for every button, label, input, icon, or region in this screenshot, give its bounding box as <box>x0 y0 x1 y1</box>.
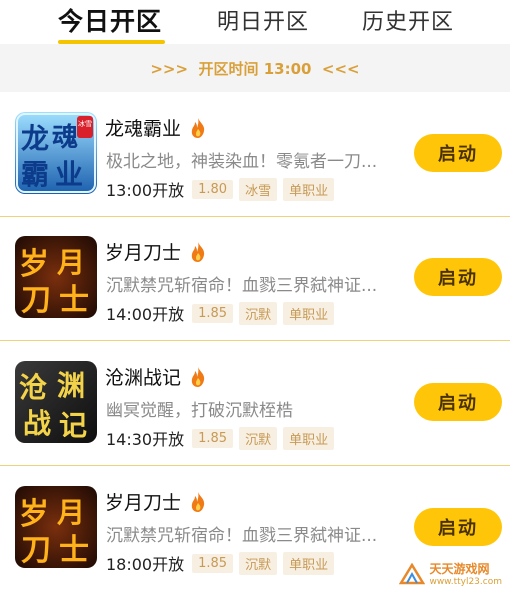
fire-icon <box>189 366 207 388</box>
game-description: 沉默禁咒斩宿命！血戮三界弑神证... <box>106 526 378 546</box>
game-description: 极北之地，神装染血！零氪者一刀... <box>106 152 378 172</box>
svg-text:刀: 刀 <box>21 533 51 568</box>
version-tag: 1.80 <box>192 179 234 199</box>
game-description: 沉默禁咒斩宿命！血戮三界弑神证... <box>106 276 378 296</box>
svg-text:战: 战 <box>23 407 51 440</box>
type-tag: 沉默 <box>239 426 278 450</box>
game-meta: 18:00开放 1.85 沉默 单职业 <box>106 551 340 575</box>
svg-text:刀: 刀 <box>21 283 51 318</box>
svg-text:月: 月 <box>56 496 85 529</box>
watermark-text: 天天游戏网 www.ttyl23.com <box>429 562 502 588</box>
version-tag: 1.85 <box>192 303 234 323</box>
game-title: 岁月刀士 <box>105 488 207 515</box>
game-title: 沧渊战记 <box>105 363 207 390</box>
game-meta: 14:00开放 1.85 沉默 单职业 <box>106 301 340 325</box>
tab-today[interactable]: 今日开区 <box>58 2 162 38</box>
suiyue-daoshi-game-icon: 岁 月 刀 士 <box>15 236 97 318</box>
tab-bar: 今日开区 明日开区 历史开区 <box>0 0 510 44</box>
longhun-baye-game-icon: 龙 魂 霸 业 冰雪 <box>15 112 97 194</box>
game-title: 岁月刀士 <box>105 238 207 265</box>
svg-text:霸: 霸 <box>21 158 49 191</box>
svg-text:沧: 沧 <box>19 371 47 404</box>
svg-text:渊: 渊 <box>57 369 85 402</box>
tab-history[interactable]: 历史开区 <box>362 4 454 36</box>
svg-text:士: 士 <box>59 533 89 568</box>
list-item[interactable]: 龙 魂 霸 业 冰雪 龙魂霸业 极北之地，神装染血！零氪者一刀... 13:00… <box>0 92 510 217</box>
open-time-text: >>> 开区时间 13:00 <<< <box>150 59 360 78</box>
svg-text:魂: 魂 <box>52 123 78 153</box>
svg-text:业: 业 <box>55 158 83 191</box>
type-tag: 冰雪 <box>239 177 278 201</box>
fire-icon <box>189 241 207 263</box>
start-button[interactable]: 启动 <box>414 508 502 546</box>
open-time: 18:00开放 <box>106 555 185 574</box>
suiyue-daoshi-game-icon: 岁 月 刀 士 <box>15 486 97 568</box>
type-tag: 沉默 <box>239 301 278 325</box>
cangyuan-zhanji-game-icon: 沧 渊 战 记 <box>15 361 97 443</box>
svg-text:月: 月 <box>56 246 85 279</box>
start-button[interactable]: 启动 <box>414 134 502 172</box>
start-button[interactable]: 启动 <box>414 383 502 421</box>
site-watermark: 天天游戏网 www.ttyl23.com <box>399 563 502 589</box>
version-tag: 1.85 <box>192 553 234 573</box>
svg-text:岁: 岁 <box>19 497 49 532</box>
class-tag: 单职业 <box>283 426 335 450</box>
fire-icon <box>189 491 207 513</box>
class-tag: 单职业 <box>283 551 335 575</box>
fire-icon <box>189 117 207 139</box>
open-time: 14:30开放 <box>106 430 185 449</box>
svg-text:记: 记 <box>59 409 87 442</box>
open-time: 13:00开放 <box>106 181 185 200</box>
class-tag: 单职业 <box>283 301 335 325</box>
class-tag: 单职业 <box>283 177 335 201</box>
list-item[interactable]: 沧 渊 战 记 沧渊战记 幽冥觉醒，打破沉默桎梏 14:30开放 1.85 沉默… <box>0 341 510 466</box>
open-time-banner: >>> 开区时间 13:00 <<< <box>0 44 510 92</box>
game-title: 龙魂霸业 <box>105 114 207 141</box>
svg-text:冰雪: 冰雪 <box>78 119 92 128</box>
svg-text:岁: 岁 <box>19 247 49 282</box>
list-item[interactable]: 岁 月 刀 士 岁月刀士 沉默禁咒斩宿命！血戮三界弑神证... 14:00开放 … <box>0 216 510 341</box>
watermark-logo-icon <box>399 562 426 589</box>
version-tag: 1.85 <box>192 428 234 448</box>
game-description: 幽冥觉醒，打破沉默桎梏 <box>106 401 293 421</box>
type-tag: 沉默 <box>239 551 278 575</box>
start-button[interactable]: 启动 <box>414 258 502 296</box>
open-time: 14:00开放 <box>106 305 185 324</box>
tab-tomorrow[interactable]: 明日开区 <box>217 4 309 36</box>
icon-char: 龙 <box>21 122 49 155</box>
game-meta: 14:30开放 1.85 沉默 单职业 <box>106 426 340 450</box>
game-meta: 13:00开放 1.80 冰雪 单职业 <box>106 177 340 201</box>
svg-text:士: 士 <box>59 283 89 318</box>
